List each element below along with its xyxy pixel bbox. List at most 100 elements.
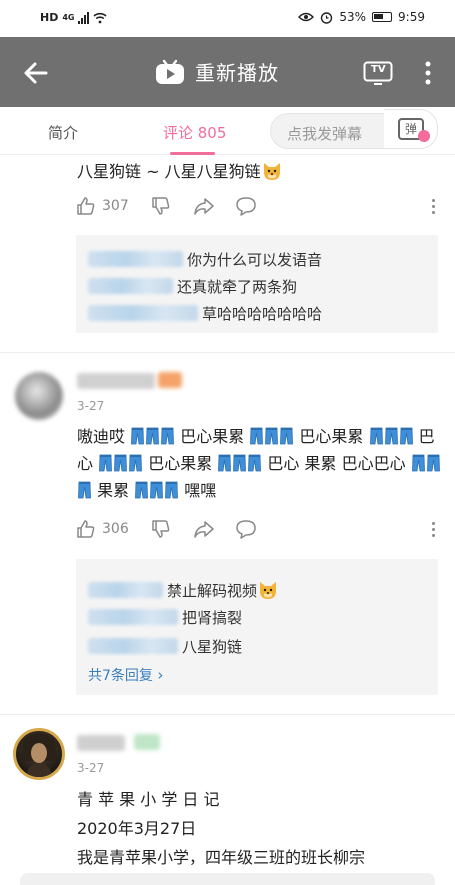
bottom-input-bar[interactable] bbox=[20, 873, 435, 885]
pants-emoji-icon bbox=[399, 426, 413, 445]
like-button[interactable]: 306 bbox=[76, 519, 129, 539]
danmaku-placeholder: 点我发弹幕 bbox=[287, 125, 363, 143]
battery-icon bbox=[372, 12, 393, 22]
pants-emoji-icon bbox=[99, 453, 113, 472]
like-button[interactable]: 307 bbox=[76, 196, 129, 216]
status-right: 53% 9:59 bbox=[298, 10, 425, 24]
share-icon[interactable] bbox=[193, 519, 215, 539]
wifi-icon bbox=[93, 12, 108, 23]
chevron-right-icon: › bbox=[157, 666, 164, 684]
avatar-figure-icon bbox=[20, 733, 58, 777]
avatar[interactable] bbox=[15, 372, 63, 420]
network-type: 4G bbox=[62, 13, 75, 22]
pants-emoji-icon bbox=[165, 480, 179, 499]
tab-intro[interactable]: 简介 bbox=[48, 122, 78, 143]
more-vertical-icon[interactable] bbox=[420, 57, 436, 89]
comment-more-icon[interactable] bbox=[430, 199, 436, 219]
avatar[interactable] bbox=[13, 728, 65, 780]
comment-divider bbox=[0, 714, 455, 715]
reply-preview[interactable]: 禁止解码视频 把肾搞裂 八星狗链 共7条回复 › bbox=[76, 559, 438, 695]
eye-icon bbox=[298, 12, 315, 22]
reply-text: 你为什么可以发语音 bbox=[187, 251, 323, 269]
share-icon[interactable] bbox=[193, 196, 215, 216]
replay-button[interactable]: 重新播放 bbox=[155, 57, 279, 86]
thumb-up-icon bbox=[77, 197, 95, 215]
view-all-replies-link[interactable]: 共7条回复 › bbox=[88, 665, 163, 685]
text-segment: 巴心 bbox=[267, 454, 300, 473]
pants-emoji-icon bbox=[146, 426, 160, 445]
level-badge bbox=[134, 734, 160, 750]
tv-play-icon bbox=[156, 59, 184, 84]
danmaku-toggle-button[interactable]: 弹 bbox=[384, 109, 438, 149]
comment-text: 八星狗链 ~ 八星八星狗链 bbox=[77, 158, 283, 185]
pants-emoji-icon bbox=[135, 480, 149, 499]
comment-line: 我是青苹果小学，四年级三班的班长柳宗 bbox=[77, 848, 366, 867]
username[interactable] bbox=[77, 373, 155, 389]
like-count: 307 bbox=[102, 198, 129, 214]
tab-comments[interactable]: 评论 805 bbox=[163, 122, 226, 143]
comment-divider bbox=[0, 352, 455, 353]
text-segment: 果累 巴心巴心 bbox=[304, 454, 406, 473]
reply-item: 八星狗链 bbox=[88, 636, 242, 657]
reply-text: 八星狗链 bbox=[182, 638, 243, 656]
pants-emoji-icon bbox=[114, 453, 128, 472]
reply-preview[interactable]: 你为什么可以发语音 还真就牵了两条狗 草哈哈哈哈哈哈哈 bbox=[76, 235, 438, 333]
reply-text: 草哈哈哈哈哈哈哈 bbox=[202, 305, 323, 323]
pants-emoji-icon bbox=[131, 426, 145, 445]
username[interactable] bbox=[77, 735, 125, 751]
reply-item: 禁止解码视频 bbox=[88, 579, 279, 601]
toolbar: 重新播放 TV bbox=[0, 37, 455, 107]
reply-item: 把肾搞裂 bbox=[88, 607, 242, 628]
comment-bubble-icon[interactable] bbox=[235, 196, 257, 216]
back-arrow-icon[interactable] bbox=[20, 57, 52, 89]
reply-item: 你为什么可以发语音 bbox=[88, 249, 322, 270]
level-badge bbox=[158, 372, 182, 388]
reply-item: 草哈哈哈哈哈哈哈 bbox=[88, 303, 322, 324]
comment-actions: 307 bbox=[76, 196, 436, 222]
tv-label: TV bbox=[371, 64, 386, 75]
text-segment: 嘿嘿 bbox=[184, 481, 217, 500]
comment-text: 嗷迪哎 巴心果累 巴心果累 巴心 巴心果累 巴心 果累 巴心巴心 果累 嘿嘿 bbox=[77, 423, 442, 504]
dog-emoji-icon bbox=[263, 163, 280, 180]
pants-emoji-icon bbox=[129, 453, 143, 472]
text-segment: 果累 bbox=[97, 481, 130, 500]
pants-emoji-icon bbox=[248, 453, 262, 472]
view-all-replies-label: 共7条回复 bbox=[88, 668, 153, 684]
comment-date: 3-27 bbox=[77, 399, 105, 413]
pants-emoji-icon bbox=[411, 453, 425, 472]
text-segment: 巴心果累 bbox=[299, 427, 364, 446]
hd-indicator: HD bbox=[40, 11, 59, 24]
reply-text: 把肾搞裂 bbox=[182, 609, 243, 627]
thumb-up-icon bbox=[77, 520, 95, 538]
battery-percent: 53% bbox=[339, 10, 367, 24]
pants-emoji-icon bbox=[150, 480, 164, 499]
cast-tv-button[interactable]: TV bbox=[363, 61, 393, 85]
danmaku-on-badge bbox=[418, 130, 430, 142]
tab-indicator bbox=[170, 152, 215, 155]
pants-emoji-icon bbox=[426, 453, 440, 472]
text-segment: 巴心果累 bbox=[148, 454, 213, 473]
pants-emoji-icon bbox=[369, 426, 383, 445]
comment-bubble-icon[interactable] bbox=[235, 519, 257, 539]
comment-actions: 306 bbox=[76, 519, 436, 545]
like-count: 306 bbox=[102, 521, 129, 537]
signal-icon bbox=[78, 11, 90, 24]
reply-text: 禁止解码视频 bbox=[167, 582, 258, 600]
pants-emoji-icon bbox=[218, 453, 232, 472]
text-segment: 嗷迪哎 bbox=[77, 427, 126, 446]
thumb-down-icon[interactable] bbox=[151, 519, 171, 539]
pants-emoji-icon bbox=[384, 426, 398, 445]
replay-title: 重新播放 bbox=[195, 61, 279, 85]
pants-emoji-icon bbox=[250, 426, 264, 445]
clock: 9:59 bbox=[398, 10, 425, 24]
text-segment: 巴心果累 bbox=[180, 427, 245, 446]
comment-more-icon[interactable] bbox=[430, 522, 436, 542]
comment-line: 2020年3月27日 bbox=[77, 819, 197, 838]
thumb-down-icon[interactable] bbox=[151, 196, 171, 216]
reply-item: 还真就牵了两条狗 bbox=[88, 276, 297, 297]
comment-line: 青 苹 果 小 学 日 记 bbox=[77, 790, 220, 809]
pants-emoji-icon bbox=[161, 426, 175, 445]
status-left: HD 4G bbox=[40, 11, 108, 24]
status-bar: HD 4G 53% 9:59 bbox=[0, 0, 455, 37]
comment-text-tail: 八星狗链 ~ 八星八星狗链 bbox=[77, 162, 261, 181]
